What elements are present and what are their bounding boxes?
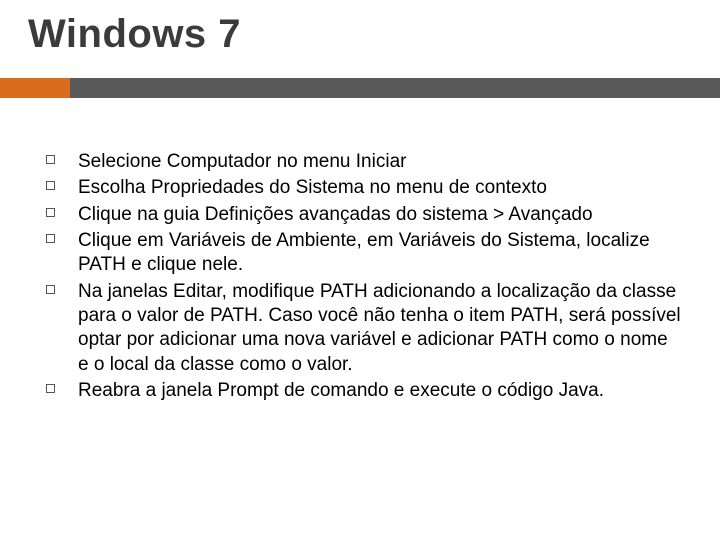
- list-item: Escolha Propriedades do Sistema no menu …: [42, 176, 682, 200]
- separator-bar: [70, 78, 720, 98]
- list-item: Selecione Computador no menu Iniciar: [42, 150, 682, 174]
- slide: Windows 7 Selecione Computador no menu I…: [0, 0, 720, 540]
- list-item-text: Clique em Variáveis de Ambiente, em Vari…: [78, 230, 650, 275]
- title-separator: [0, 78, 720, 98]
- list-item-text: Selecione Computador no menu Iniciar: [78, 151, 406, 172]
- separator-accent: [0, 78, 70, 98]
- bullet-list: Selecione Computador no menu Iniciar Esc…: [42, 150, 682, 403]
- list-item-text: Clique na guia Definições avançadas do s…: [78, 204, 593, 225]
- list-item-text: Na janelas Editar, modifique PATH adicio…: [78, 281, 681, 375]
- list-item: Na janelas Editar, modifique PATH adicio…: [42, 280, 682, 377]
- page-title: Windows 7: [28, 12, 241, 57]
- list-item: Reabra a janela Prompt de comando e exec…: [42, 379, 682, 403]
- list-item: Clique na guia Definições avançadas do s…: [42, 203, 682, 227]
- list-item-text: Escolha Propriedades do Sistema no menu …: [78, 177, 547, 198]
- list-item-text: Reabra a janela Prompt de comando e exec…: [78, 380, 604, 401]
- list-item: Clique em Variáveis de Ambiente, em Vari…: [42, 229, 682, 278]
- content-area: Selecione Computador no menu Iniciar Esc…: [42, 150, 682, 405]
